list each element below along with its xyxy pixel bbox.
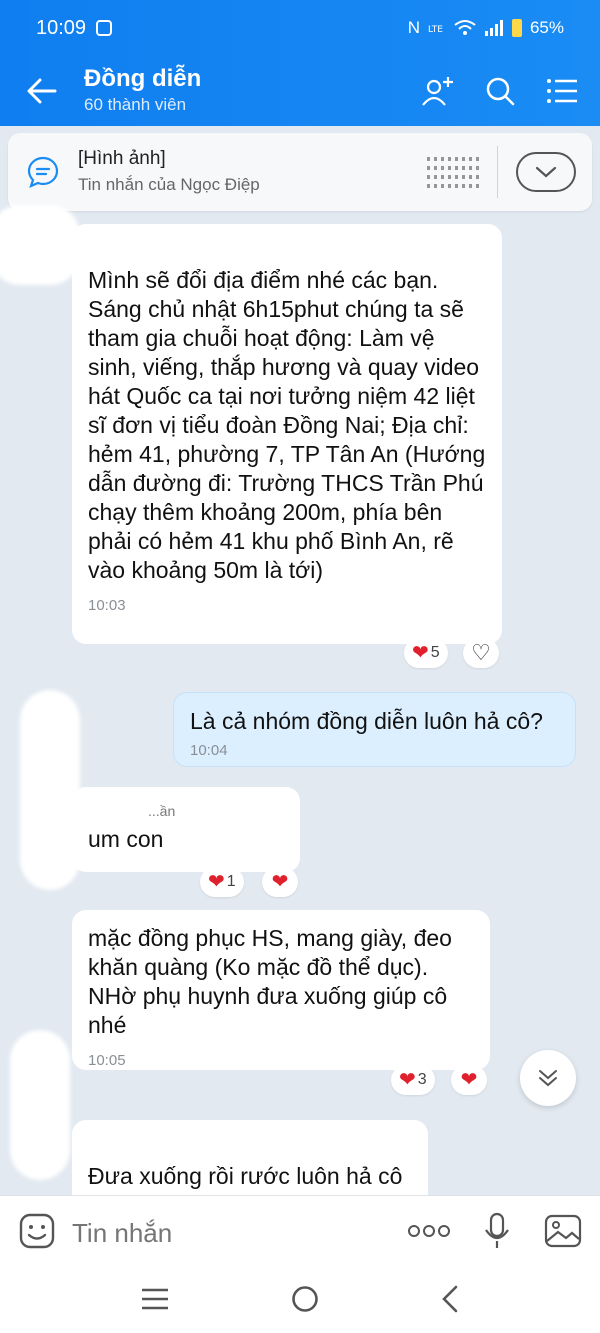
message-text: Mình sẽ đổi địa điểm nhé các bạn. Sáng c…: [88, 267, 486, 583]
expand-pinned-button[interactable]: [516, 152, 576, 192]
message-text: um con: [88, 826, 164, 852]
clock: 10:09: [36, 16, 87, 39]
avatar: [20, 690, 80, 890]
microphone-icon: [485, 1212, 509, 1248]
scroll-to-bottom-button[interactable]: [520, 1050, 576, 1106]
message-time: 10:04: [190, 742, 228, 759]
add-member-button[interactable]: [420, 73, 456, 109]
image-icon: [544, 1214, 582, 1247]
message-text: Đưa xuống rồi rước luôn hả cô: [88, 1163, 403, 1189]
message-time: 10:03: [88, 597, 126, 614]
react-button[interactable]: ♡: [463, 638, 499, 668]
home-circle-icon: [292, 1286, 318, 1312]
reaction-summary[interactable]: ❤ 1: [200, 867, 244, 897]
add-member-icon: [422, 77, 453, 106]
notification-icon: [96, 20, 113, 36]
battery-level: 65%: [529, 18, 564, 37]
my-message-bubble[interactable]: Là cả nhóm đồng diễn luôn hả cô? 10:04: [173, 692, 576, 767]
more-dots-icon: [408, 1224, 450, 1237]
heart-icon: ❤: [460, 1069, 478, 1091]
search-button[interactable]: [482, 73, 518, 109]
volte-icon: LTE: [428, 25, 443, 35]
sender-name: ...ần: [148, 803, 176, 819]
more-options-button[interactable]: [408, 1224, 450, 1243]
back-chevron-icon: [442, 1285, 458, 1313]
home-button[interactable]: [291, 1285, 319, 1318]
voice-button[interactable]: [484, 1212, 510, 1255]
heart-icon: ❤: [412, 642, 429, 664]
sticker-button[interactable]: [18, 1212, 56, 1255]
status-bar: 10:09 N LTE 65%: [0, 0, 600, 56]
back-arrow-icon: [27, 78, 57, 104]
chat-bubble-icon: [27, 156, 59, 188]
nfc-icon: N: [407, 18, 420, 37]
system-nav-bar: [0, 1270, 600, 1333]
pinned-thumbnail: [427, 143, 483, 201]
chat-header: Đồng diễn 60 thành viên: [0, 56, 600, 126]
image-button[interactable]: [544, 1214, 582, 1253]
group-title: Đồng diễn: [84, 65, 202, 92]
chevron-down-icon: [535, 166, 557, 178]
reaction-count: 5: [430, 644, 440, 661]
reaction-count: 3: [417, 1071, 427, 1088]
group-info[interactable]: Đồng diễn 60 thành viên: [84, 65, 420, 117]
message-input-bar: [0, 1195, 600, 1270]
react-button[interactable]: ❤: [262, 867, 298, 897]
heart-icon: ❤: [399, 1069, 416, 1091]
message-bubble[interactable]: ...ần um con: [72, 787, 300, 872]
recent-apps-button[interactable]: [141, 1288, 169, 1315]
signal-icon: [484, 20, 503, 36]
pinned-subtitle: Tin nhắn của Ngọc Điệp: [78, 175, 260, 194]
react-button[interactable]: ❤: [451, 1065, 487, 1095]
menu-button[interactable]: [544, 73, 580, 109]
message-input[interactable]: [72, 1217, 408, 1249]
reaction-count: 1: [226, 873, 236, 890]
message-bubble[interactable]: Mình sẽ đổi địa điểm nhé các bạn. Sáng c…: [72, 224, 502, 644]
message-text: Là cả nhóm đồng diễn luôn hả cô?: [190, 708, 543, 734]
pinned-message[interactable]: [Hình ảnh] Tin nhắn của Ngọc Điệp: [8, 133, 592, 211]
divider: [497, 146, 498, 198]
recent-apps-icon: [142, 1288, 168, 1310]
battery-icon: [511, 19, 522, 37]
svg-text:LTE: LTE: [428, 25, 443, 35]
message-text: mặc đồng phục HS, mang giày, đeo khăn qu…: [88, 925, 452, 1038]
list-menu-icon: [547, 79, 577, 103]
heart-outline-icon: ♡: [471, 640, 491, 665]
reaction-summary[interactable]: ❤ 3: [391, 1065, 435, 1095]
avatar: [0, 205, 80, 285]
back-system-button[interactable]: [441, 1285, 459, 1318]
reaction-summary[interactable]: ❤ 5: [404, 638, 448, 668]
wifi-icon: [454, 20, 476, 35]
heart-icon: ❤: [208, 871, 225, 893]
member-count: 60 thành viên: [84, 95, 187, 114]
message-bubble[interactable]: mặc đồng phục HS, mang giày, đeo khăn qu…: [72, 910, 490, 1070]
back-button[interactable]: [0, 56, 84, 126]
search-icon: [486, 77, 515, 106]
heart-icon: ❤: [271, 871, 289, 893]
double-chevron-down-icon: [539, 1070, 557, 1087]
sticker-icon: [19, 1213, 55, 1248]
pinned-title: [Hình ảnh]: [78, 148, 166, 169]
avatar: [10, 1030, 70, 1180]
